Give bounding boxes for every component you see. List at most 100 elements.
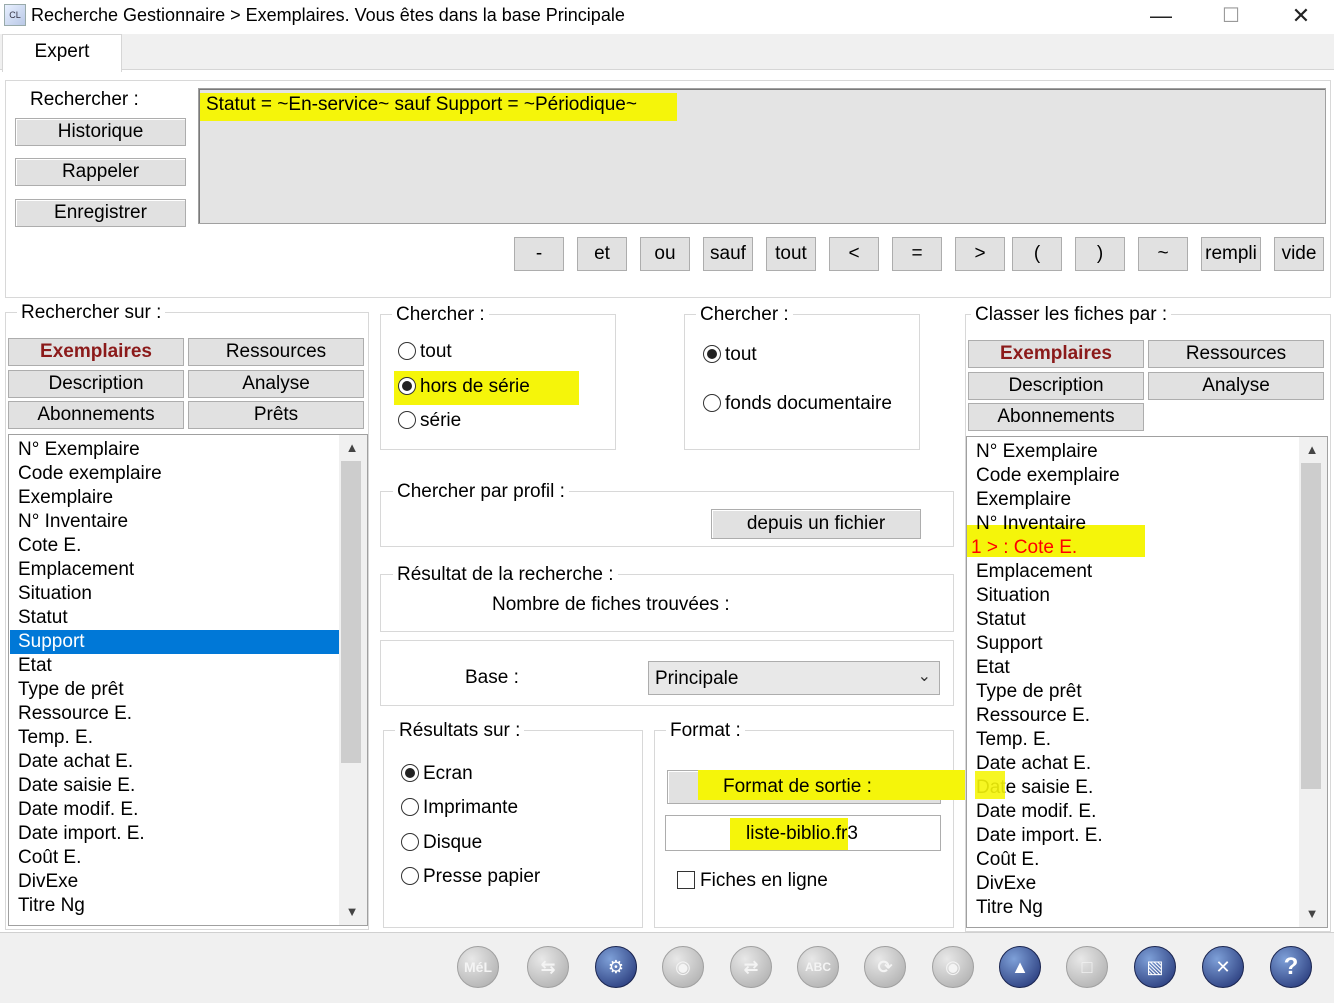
scroll-up-icon[interactable]: ▲ bbox=[341, 437, 363, 459]
op-tilde-button[interactable]: ~ bbox=[1138, 237, 1188, 271]
gear-icon[interactable]: ⚙ bbox=[595, 946, 637, 988]
reload-icon[interactable]: ⟳ bbox=[864, 946, 906, 988]
radio-ecran[interactable]: Ecran bbox=[401, 763, 473, 785]
op-greater-button[interactable]: > bbox=[955, 237, 1005, 271]
sort-list-scrollbar[interactable]: ▲ ▼ bbox=[1299, 437, 1327, 927]
search-field-item[interactable]: Etat bbox=[18, 654, 52, 678]
trash-icon[interactable]: □ bbox=[1066, 946, 1108, 988]
sort-cat-description[interactable]: Description bbox=[968, 372, 1144, 400]
search-field-item[interactable]: DivExe bbox=[18, 870, 78, 894]
tab-expert[interactable]: Expert bbox=[2, 34, 122, 72]
search-cat-ressources[interactable]: Ressources bbox=[188, 338, 364, 366]
sort-field-item[interactable]: Date import. E. bbox=[976, 824, 1103, 848]
sort-field-item[interactable]: DivExe bbox=[976, 872, 1036, 896]
search-field-list[interactable]: N° Exemplaire Code exemplaire Exemplaire… bbox=[8, 434, 368, 926]
scroll-down-icon[interactable]: ▼ bbox=[341, 901, 363, 923]
search-field-item[interactable]: Date modif. E. bbox=[18, 798, 138, 822]
radio-tout-fonds[interactable]: tout bbox=[703, 344, 757, 366]
op-close-paren-button[interactable]: ) bbox=[1075, 237, 1125, 271]
op-rempli-button[interactable]: rempli bbox=[1201, 237, 1261, 271]
search-field-item[interactable]: Situation bbox=[18, 582, 92, 606]
search-field-item[interactable]: N° Exemplaire bbox=[18, 438, 140, 462]
search-field-item[interactable]: Date achat E. bbox=[18, 750, 133, 774]
search-field-item[interactable]: Statut bbox=[18, 606, 68, 630]
sort-field-item[interactable]: Situation bbox=[976, 584, 1050, 608]
op-minus-button[interactable]: - bbox=[514, 237, 564, 271]
sort-field-item[interactable]: Exemplaire bbox=[976, 488, 1071, 512]
search-cat-analyse[interactable]: Analyse bbox=[188, 370, 364, 398]
sort-cat-ressources[interactable]: Ressources bbox=[1148, 340, 1324, 368]
search-field-item[interactable]: Titre Ng bbox=[18, 894, 85, 918]
eye-icon[interactable]: ◉ bbox=[662, 946, 704, 988]
maximize-button[interactable]: ☐ bbox=[1207, 2, 1255, 30]
sort-cat-analyse[interactable]: Analyse bbox=[1148, 372, 1324, 400]
search-field-item[interactable]: N° Inventaire bbox=[18, 510, 128, 534]
base-select[interactable]: Principale ⌄ bbox=[648, 661, 940, 695]
sort-field-item[interactable]: Type de prêt bbox=[976, 680, 1082, 704]
sort-field-item[interactable]: N° Inventaire bbox=[976, 512, 1086, 536]
search-field-item[interactable]: Temp. E. bbox=[18, 726, 93, 750]
search-field-item[interactable]: Type de prêt bbox=[18, 678, 124, 702]
op-less-button[interactable]: < bbox=[829, 237, 879, 271]
sort-field-item[interactable]: Support bbox=[976, 632, 1043, 656]
search-field-item[interactable]: Ressource E. bbox=[18, 702, 132, 726]
search-field-item[interactable]: Date import. E. bbox=[18, 822, 145, 846]
scroll-up-icon[interactable]: ▲ bbox=[1301, 439, 1323, 461]
search-field-item[interactable]: Emplacement bbox=[18, 558, 134, 582]
mel-icon[interactable]: MéL bbox=[457, 946, 499, 988]
search-field-item[interactable]: Exemplaire bbox=[18, 486, 113, 510]
sort-field-item[interactable]: Coût E. bbox=[976, 848, 1039, 872]
abc-icon[interactable]: ABC bbox=[797, 946, 839, 988]
op-tout-button[interactable]: tout bbox=[766, 237, 816, 271]
search-cat-description[interactable]: Description bbox=[8, 370, 184, 398]
radio-fonds-documentaire[interactable]: fonds documentaire bbox=[703, 393, 892, 415]
sort-field-item[interactable]: Statut bbox=[976, 608, 1026, 632]
sort-field-item[interactable]: Date modif. E. bbox=[976, 800, 1096, 824]
radio-hors-serie[interactable]: hors de série bbox=[398, 376, 530, 398]
pot-icon[interactable]: ◉ bbox=[932, 946, 974, 988]
scroll-thumb[interactable] bbox=[341, 461, 361, 763]
depuis-fichier-button[interactable]: depuis un fichier bbox=[711, 509, 921, 539]
search-list-scrollbar[interactable]: ▲ ▼ bbox=[339, 435, 367, 925]
search-field-item[interactable]: Code exemplaire bbox=[18, 462, 162, 486]
radio-tout[interactable]: tout bbox=[398, 341, 452, 363]
op-sauf-button[interactable]: sauf bbox=[703, 237, 753, 271]
historique-button[interactable]: Historique bbox=[15, 118, 186, 146]
scroll-thumb[interactable] bbox=[1301, 463, 1321, 789]
search-cat-abonnements[interactable]: Abonnements bbox=[8, 401, 184, 429]
sort-field-item-ranked[interactable]: 1 > : Cote E. bbox=[971, 536, 1077, 560]
sort-field-list[interactable]: N° Exemplaire Code exemplaire Exemplaire… bbox=[966, 436, 1328, 928]
search-cat-prets[interactable]: Prêts bbox=[188, 401, 364, 429]
close-icon[interactable]: ✕ bbox=[1202, 946, 1244, 988]
sort-cat-exemplaires[interactable]: Exemplaires bbox=[968, 340, 1144, 368]
radio-disque[interactable]: Disque bbox=[401, 832, 482, 854]
op-vide-button[interactable]: vide bbox=[1274, 237, 1324, 271]
search-field-item[interactable]: Cote E. bbox=[18, 534, 81, 558]
sort-field-item[interactable]: Etat bbox=[976, 656, 1010, 680]
close-window-button[interactable]: ✕ bbox=[1277, 2, 1325, 30]
sort-field-item[interactable]: N° Exemplaire bbox=[976, 440, 1098, 464]
op-open-paren-button[interactable]: ( bbox=[1012, 237, 1062, 271]
book-icon[interactable]: ▧ bbox=[1134, 946, 1176, 988]
search-field-item[interactable]: Date saisie E. bbox=[18, 774, 135, 798]
sort-field-item[interactable]: Temp. E. bbox=[976, 728, 1051, 752]
fiches-en-ligne-checkbox[interactable]: Fiches en ligne bbox=[677, 870, 828, 892]
refresh-arrows-icon[interactable]: ⇆ bbox=[527, 946, 569, 988]
sort-field-item[interactable]: Titre Ng bbox=[976, 896, 1043, 920]
sort-field-item[interactable]: Code exemplaire bbox=[976, 464, 1120, 488]
radio-serie[interactable]: série bbox=[398, 410, 461, 432]
search-cat-exemplaires[interactable]: Exemplaires bbox=[8, 338, 184, 366]
op-ou-button[interactable]: ou bbox=[640, 237, 690, 271]
radio-imprimante[interactable]: Imprimante bbox=[401, 797, 518, 819]
minimize-button[interactable]: — bbox=[1137, 2, 1185, 30]
scroll-down-icon[interactable]: ▼ bbox=[1301, 903, 1323, 925]
help-icon[interactable]: ? bbox=[1270, 946, 1312, 988]
enregistrer-button[interactable]: Enregistrer bbox=[15, 199, 186, 227]
op-et-button[interactable]: et bbox=[577, 237, 627, 271]
search-field-item-selected[interactable]: Support bbox=[10, 630, 340, 654]
radio-presse-papier[interactable]: Presse papier bbox=[401, 866, 540, 888]
search-field-item[interactable]: Coût E. bbox=[18, 846, 81, 870]
sort-cat-abonnements[interactable]: Abonnements bbox=[968, 403, 1144, 431]
sort-field-item[interactable]: Ressource E. bbox=[976, 704, 1090, 728]
op-equals-button[interactable]: = bbox=[892, 237, 942, 271]
